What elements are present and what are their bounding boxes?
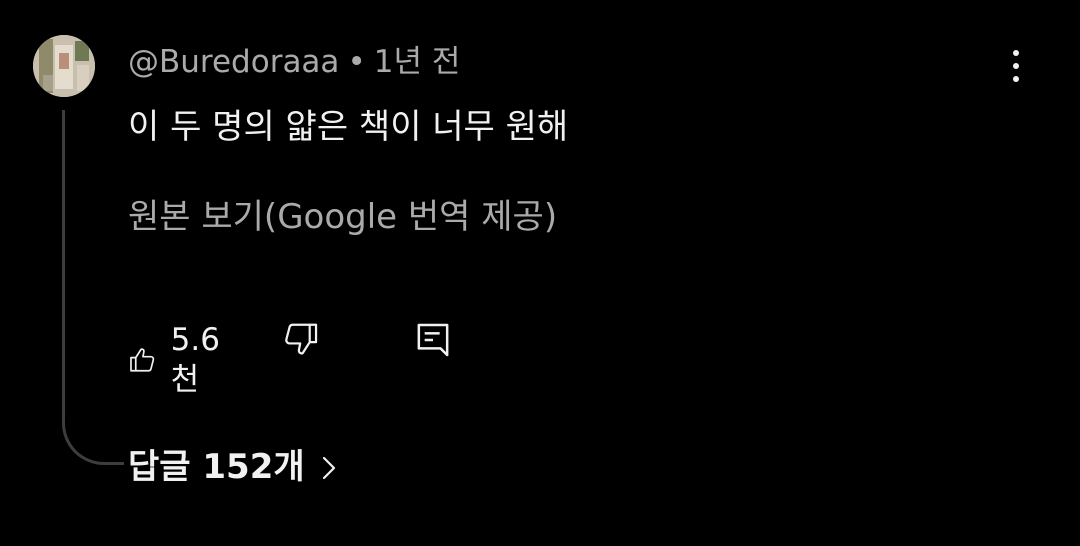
author-name[interactable]: @Buredoraaa	[128, 44, 339, 80]
more-vertical-icon-dot	[1013, 76, 1019, 82]
chevron-right-icon	[322, 456, 335, 480]
thread-connector-line	[62, 110, 124, 465]
like-button[interactable]: 5.6천	[128, 320, 229, 400]
view-original-link[interactable]: 원본 보기(Google 번역 제공)	[128, 194, 557, 240]
thumbs-down-icon	[285, 323, 318, 355]
more-vertical-icon-dot	[1013, 63, 1019, 69]
avatar[interactable]	[33, 35, 95, 97]
comment-body: 이 두 명의 얇은 책이 너무 원해	[128, 107, 569, 147]
like-count: 5.6천	[170, 322, 220, 398]
more-options-button[interactable]	[998, 46, 1034, 86]
comment-thread: @Buredoraaa • 1년 전 이 두 명의 얇은 책이 너무 원해 원본 보…	[0, 0, 1080, 546]
reply-button[interactable]	[413, 320, 453, 364]
reply-comment-icon	[417, 323, 449, 357]
dislike-button[interactable]	[282, 320, 320, 362]
replies-count-label: 답글 152개	[128, 447, 305, 487]
thumbs-up-icon	[130, 348, 155, 372]
comment-timestamp[interactable]: 1년 전	[374, 44, 461, 80]
header-separator: •	[347, 44, 366, 80]
comment-header: @Buredoraaa • 1년 전	[128, 42, 460, 82]
view-replies-button[interactable]: 답글 152개	[128, 444, 337, 490]
more-vertical-icon	[1013, 50, 1019, 56]
avatar-image	[33, 35, 95, 97]
